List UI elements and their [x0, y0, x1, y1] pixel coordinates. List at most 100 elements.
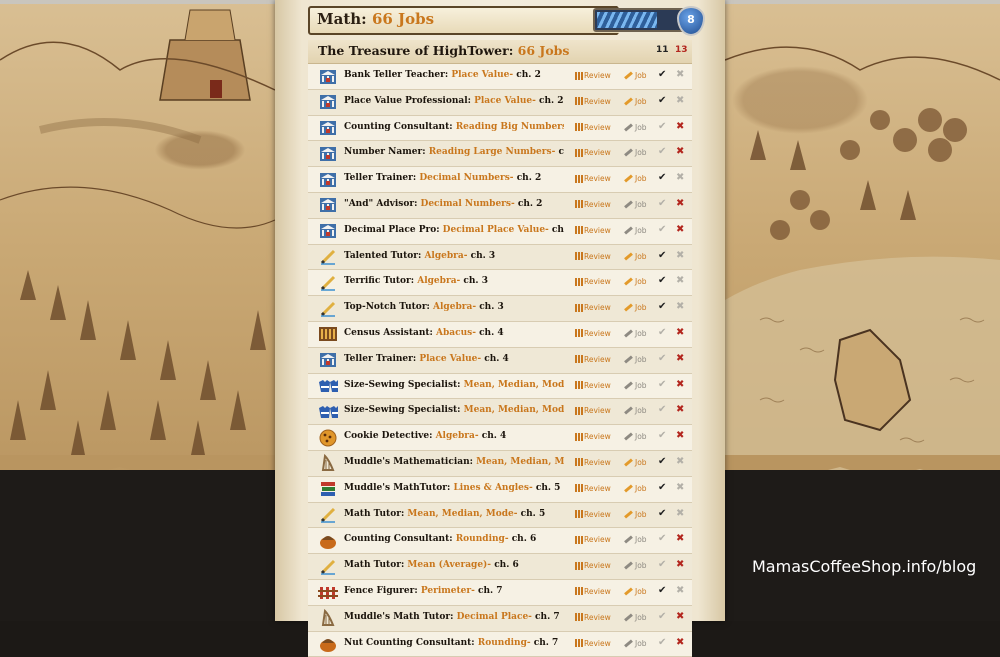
job-topic[interactable]: Perimeter- [421, 586, 475, 596]
job-row: "And" Advisor: Decimal Numbers- ch. 2 Rev… [308, 192, 692, 219]
job-button[interactable]: Job [624, 200, 647, 209]
job-topic[interactable]: Mean, Median, Mode- [476, 457, 564, 467]
job-button[interactable]: Job [624, 613, 647, 622]
review-button[interactable]: Review [575, 97, 611, 106]
job-button[interactable]: Job [624, 355, 647, 364]
job-topic[interactable]: Decimal Place- [457, 612, 532, 622]
job-button[interactable]: Job [624, 329, 647, 338]
job-title: Math Tutor: Mean, Median, Mode- ch. 5 [344, 509, 564, 519]
review-button[interactable]: Review [575, 277, 611, 286]
review-button[interactable]: Review [575, 458, 611, 467]
job-topic[interactable]: Place Value- [419, 354, 481, 364]
job-button[interactable]: Job [624, 71, 647, 80]
job-topic[interactable]: Lines & Angles- [453, 483, 532, 493]
review-label: Review [584, 586, 611, 596]
job-topic[interactable]: Abacus- [436, 328, 476, 338]
job-label: Job [635, 406, 647, 416]
review-button[interactable]: Review [575, 535, 611, 544]
job-title: Talented Tutor: Algebra- ch. 3 [344, 251, 564, 261]
review-button[interactable]: Review [575, 123, 611, 132]
job-topic[interactable]: Algebra- [436, 431, 479, 441]
review-button[interactable]: Review [575, 639, 611, 648]
job-button[interactable]: Job [624, 587, 647, 596]
review-button[interactable]: Review [575, 174, 611, 183]
job-chapter: ch. 7 [533, 637, 559, 648]
job-topic[interactable]: Decimal Numbers- [419, 173, 513, 183]
pencil-small-icon [624, 432, 633, 441]
remaining-count: 13 [675, 45, 688, 55]
job-button[interactable]: Job [624, 303, 647, 312]
review-button[interactable]: Review [575, 381, 611, 390]
job-topic[interactable]: Algebra- [433, 302, 476, 312]
books-small-icon [575, 226, 583, 235]
job-topic[interactable]: Place Value- [474, 96, 536, 106]
job-button[interactable]: Job [624, 535, 647, 544]
review-button[interactable]: Review [575, 329, 611, 338]
job-button[interactable]: Job [624, 432, 647, 441]
job-chapter: ch. 2 [558, 147, 564, 158]
job-button[interactable]: Job [624, 148, 647, 157]
job-button[interactable]: Job [624, 484, 647, 493]
job-button[interactable]: Job [624, 123, 647, 132]
job-label: Job [635, 251, 647, 261]
job-topic[interactable]: Algebra- [417, 276, 460, 286]
job-button[interactable]: Job [624, 406, 647, 415]
review-button[interactable]: Review [575, 226, 611, 235]
job-label: Job [635, 380, 647, 390]
list-job-count: 66 Jobs [517, 43, 570, 58]
job-name: Math Tutor: [344, 560, 405, 571]
job-topic[interactable]: Mean, Median, Mode- [464, 405, 564, 415]
job-topic[interactable]: Decimal Place Value- [443, 225, 549, 235]
list-title: The Treasure of HighTower: 66 Jobs [318, 43, 569, 58]
checkmark-icon: ✔ [658, 197, 667, 209]
job-title: Place Value Professional: Place Value- c… [344, 96, 564, 106]
pencil-icon [318, 507, 338, 524]
job-button[interactable]: Job [624, 561, 647, 570]
job-topic[interactable]: Place Value- [451, 70, 513, 80]
job-button[interactable]: Job [624, 277, 647, 286]
job-title: Fence Figurer: Perimeter- ch. 7 [344, 586, 564, 596]
job-topic[interactable]: Mean, Median, Mode- [407, 509, 517, 519]
job-topic[interactable]: Rounding- [456, 534, 509, 544]
review-button[interactable]: Review [575, 200, 611, 209]
review-button[interactable]: Review [575, 432, 611, 441]
pencil-icon [318, 274, 338, 291]
job-topic[interactable]: Reading Big Numbers- [456, 122, 564, 132]
job-row: Counting Consultant: Rounding- ch. 6 Revi… [308, 528, 692, 555]
job-row: Number Namer: Reading Large Numbers- ch.… [308, 141, 692, 168]
job-row: Top-Notch Tutor: Algebra- ch. 3 Review Job… [308, 296, 692, 322]
job-topic[interactable]: Algebra- [424, 251, 467, 261]
job-label: Job [635, 96, 647, 106]
job-button[interactable]: Job [624, 226, 647, 235]
job-button[interactable]: Job [624, 252, 647, 261]
review-button[interactable]: Review [575, 71, 611, 80]
job-button[interactable]: Job [624, 97, 647, 106]
review-label: Review [584, 432, 611, 442]
job-topic[interactable]: Mean, Median, Mode- [464, 380, 564, 390]
review-button[interactable]: Review [575, 252, 611, 261]
job-button[interactable]: Job [624, 174, 647, 183]
review-button[interactable]: Review [575, 355, 611, 364]
review-button[interactable]: Review [575, 613, 611, 622]
review-button[interactable]: Review [575, 303, 611, 312]
job-topic[interactable]: Reading Large Numbers- [429, 147, 556, 157]
review-button[interactable]: Review [575, 148, 611, 157]
job-button[interactable]: Job [624, 639, 647, 648]
review-button[interactable]: Review [575, 510, 611, 519]
review-button[interactable]: Review [575, 561, 611, 570]
job-topic[interactable]: Rounding- [478, 638, 531, 648]
jobs-panel: Math: 66 Jobs 8 The Treasure of HighTowe… [275, 0, 725, 657]
cross-icon: ✖ [676, 172, 685, 184]
job-topic[interactable]: Mean (Average)- [407, 560, 491, 570]
review-label: Review [584, 148, 611, 158]
job-label: Job [635, 612, 647, 622]
job-button[interactable]: Job [624, 458, 647, 467]
review-button[interactable]: Review [575, 484, 611, 493]
review-button[interactable]: Review [575, 406, 611, 415]
job-button[interactable]: Job [624, 510, 647, 519]
review-button[interactable]: Review [575, 587, 611, 596]
job-topic[interactable]: Decimal Numbers- [421, 199, 515, 209]
checkmark-icon: ✔ [658, 610, 667, 622]
cross-icon: ✖ [676, 559, 685, 571]
job-button[interactable]: Job [624, 381, 647, 390]
